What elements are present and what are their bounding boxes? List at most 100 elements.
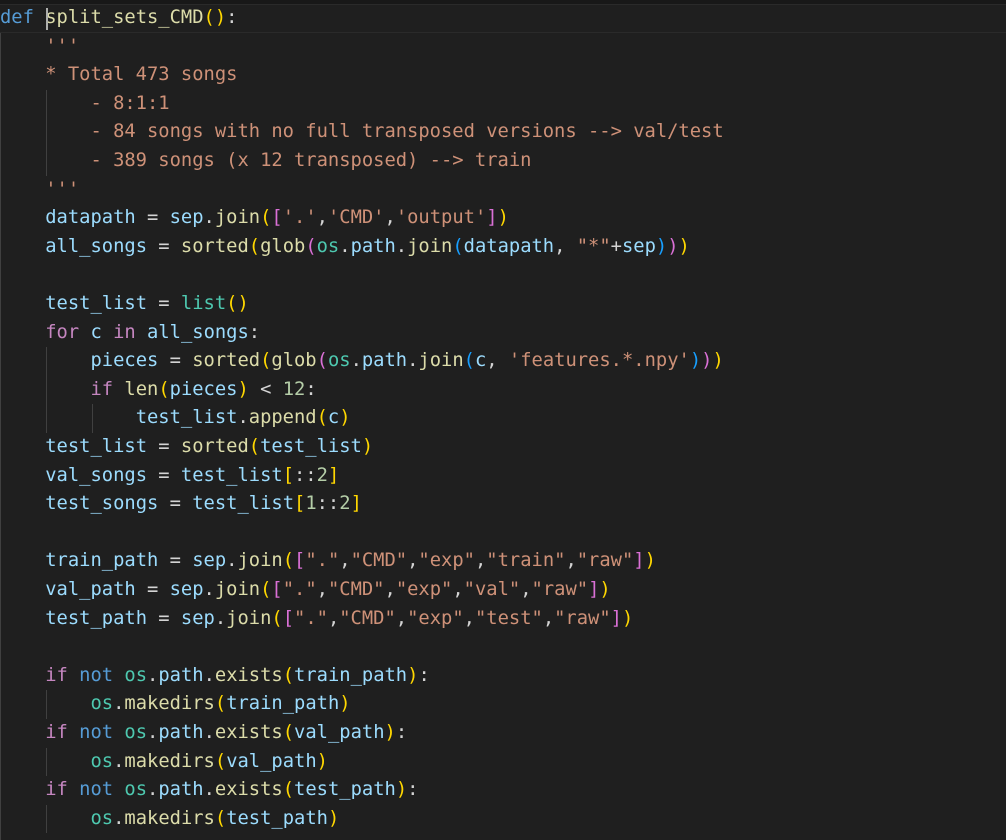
code-token: : — [305, 378, 317, 400]
code-line[interactable]: pieces = sorted(glob(os.path.join(c, 'fe… — [0, 347, 723, 376]
code-line[interactable]: if len(pieces) < 12: — [0, 376, 317, 405]
code-token: . — [203, 579, 215, 600]
code-line[interactable]: test_list = list() — [0, 290, 249, 319]
code-line[interactable]: ''' — [0, 33, 79, 62]
code-token: ] — [327, 464, 340, 486]
code-line[interactable]: - 84 songs with no full transposed versi… — [0, 118, 723, 147]
code-line[interactable]: os.makedirs(test_path) — [0, 805, 339, 834]
code-token: < — [248, 378, 283, 400]
code-token: = — [147, 235, 181, 257]
code-token: sep — [180, 607, 215, 629]
code-token: "train" — [486, 550, 566, 572]
code-token: sorted — [180, 235, 249, 257]
code-token: datapath — [463, 235, 555, 257]
code-line[interactable]: - 8:1:1 — [0, 90, 169, 119]
code-token: . — [203, 207, 215, 229]
code-token: ( — [305, 235, 317, 257]
code-line[interactable]: datapath = sep.join(['.','CMD','output']… — [0, 204, 509, 233]
code-token: os — [90, 750, 114, 772]
code-token: ) — [395, 779, 408, 801]
code-token: os — [316, 235, 340, 257]
code-line[interactable]: test_songs = test_list[1::2] — [0, 490, 362, 519]
code-line[interactable]: if not os.path.exists(train_path): — [0, 662, 430, 691]
code-line[interactable]: if not os.path.exists(val_path): — [0, 719, 407, 748]
code-line[interactable]: test_list.append(c) — [0, 404, 351, 433]
code-token: "CMD" — [327, 579, 385, 600]
code-token: . — [214, 607, 227, 629]
code-line[interactable]: test_path = sep.join([".","CMD","exp","t… — [0, 605, 633, 634]
code-token: join — [407, 235, 453, 257]
code-token: "exp" — [418, 550, 475, 572]
code-line[interactable]: all_songs = sorted(glob(os.path.join(dat… — [0, 233, 690, 262]
code-token: ( — [316, 350, 328, 372]
code-token: . — [237, 407, 249, 429]
code-token: , — [384, 207, 396, 229]
code-token: test_list — [180, 464, 283, 486]
code-line[interactable]: val_path = sep.join([".","CMD","exp","va… — [0, 576, 610, 605]
code-token: sep — [169, 579, 204, 600]
code-token: 2 — [339, 493, 351, 515]
code-line[interactable]: if not os.path.exists(test_path): — [0, 776, 418, 805]
code-line[interactable]: val_songs = test_list[::2] — [0, 462, 339, 491]
code-token: makedirs — [124, 807, 215, 829]
code-token: ''' — [0, 35, 80, 57]
code-token: , — [486, 350, 509, 372]
code-line[interactable]: os.makedirs(val_path) — [0, 748, 328, 777]
code-token: : — [395, 722, 408, 743]
code-token: datapath — [45, 207, 136, 229]
code-token: ( — [282, 722, 295, 743]
code-token: ( — [271, 607, 283, 629]
code-token: . — [113, 807, 125, 829]
code-line[interactable]: * Total 473 songs — [0, 61, 237, 90]
code-line[interactable]: for c in all_songs: — [0, 319, 260, 348]
code-token: 12 — [282, 378, 306, 400]
code-line[interactable]: test_list = sorted(test_list) — [0, 433, 373, 462]
code-token: ] — [486, 207, 498, 229]
code-token: 1 — [305, 493, 317, 515]
code-token: :: — [294, 464, 317, 486]
code-token: 'CMD' — [327, 207, 385, 229]
code-token: glob — [260, 235, 306, 257]
code-token: test_list — [45, 293, 147, 314]
code-token: 'output' — [395, 207, 487, 229]
code-token: ] — [610, 607, 622, 629]
code-line[interactable]: - 389 songs (x 12 transposed) --> train — [0, 147, 531, 176]
code-token: all_songs — [147, 321, 249, 343]
code-token: , — [316, 579, 328, 600]
code-token: . — [203, 722, 215, 743]
code-line[interactable]: os.makedirs(train_path) — [0, 690, 350, 719]
text-cursor — [46, 8, 48, 30]
code-line[interactable]: train_path = sep.join([".","CMD","exp","… — [0, 547, 656, 576]
code-token: = — [158, 550, 193, 572]
code-token: "." — [282, 579, 317, 600]
code-line[interactable]: ''' — [0, 176, 79, 205]
code-token: , — [520, 579, 532, 600]
code-token: all_songs — [45, 235, 147, 257]
code-line[interactable]: def split_sets_CMD(): — [0, 4, 237, 33]
code-token: () — [226, 293, 249, 314]
code-token: . — [147, 722, 159, 743]
code-token: os — [124, 664, 148, 686]
code-token: . — [203, 664, 215, 686]
code-token: join — [237, 550, 283, 572]
code-token: "test" — [474, 607, 543, 629]
code-token: test_list — [135, 407, 238, 429]
code-token: ( — [158, 378, 170, 400]
code-editor[interactable]: def split_sets_CMD(): ''' * Total 473 so… — [0, 0, 1006, 840]
code-token: sorted — [192, 350, 261, 372]
code-token: exists — [214, 779, 283, 801]
code-token: [ — [271, 207, 283, 229]
code-token: ) — [667, 235, 679, 257]
code-token: ) — [384, 722, 396, 743]
